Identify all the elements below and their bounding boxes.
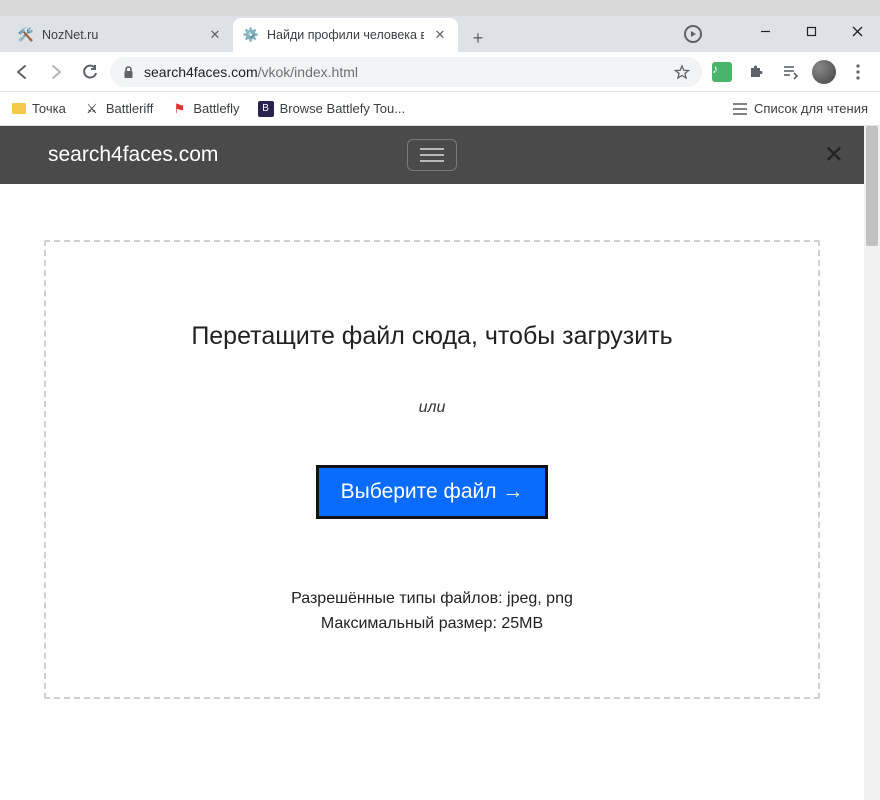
close-icon[interactable]: ✕ xyxy=(432,27,448,43)
lock-icon xyxy=(122,65,136,79)
address-bar[interactable]: search4faces.com/vkok/index.html xyxy=(110,57,702,87)
url-host: search4faces.com/vkok/index.html xyxy=(144,64,358,80)
max-size: Максимальный размер: 25MB xyxy=(76,612,788,637)
page-content: search4faces.com ✕ Перетащите файл сюда,… xyxy=(0,126,864,800)
media-indicator-icon[interactable] xyxy=(684,25,702,43)
choose-file-button[interactable]: Выберите файл → xyxy=(316,465,549,519)
tab-search4faces[interactable]: ⚙️ Найди профили человека в соц ✕ xyxy=(233,18,458,52)
gear-icon: ⚙️ xyxy=(243,27,259,43)
window-close-button[interactable] xyxy=(834,16,880,46)
close-icon xyxy=(852,26,863,37)
bookmark-label: Точка xyxy=(32,101,66,116)
bookmark-label: Battleriff xyxy=(106,101,153,116)
upload-section: Перетащите файл сюда, чтобы загрузить ил… xyxy=(0,184,864,709)
tab-title: NozNet.ru xyxy=(42,28,199,42)
allowed-types: Разрешённые типы файлов: jpeg, png xyxy=(76,587,788,612)
kebab-icon xyxy=(856,64,860,80)
window-titlebar xyxy=(0,0,880,16)
window-minimize-button[interactable] xyxy=(742,16,788,46)
dropzone-info: Разрешённые типы файлов: jpeg, png Макси… xyxy=(76,587,788,637)
site-header: search4faces.com ✕ xyxy=(0,126,864,184)
viewport: search4faces.com ✕ Перетащите файл сюда,… xyxy=(0,126,880,800)
bookmark-battleriff[interactable]: ⚔ Battleriff xyxy=(84,101,153,117)
bookmark-label: Browse Battlefy Tou... xyxy=(280,101,406,116)
tools-icon: 🛠️ xyxy=(18,27,34,43)
reload-button[interactable] xyxy=(76,58,104,86)
overlay-close-button[interactable]: ✕ xyxy=(824,141,844,170)
arrow-left-icon xyxy=(13,63,31,81)
scrollbar-thumb[interactable] xyxy=(866,126,878,246)
minimize-icon xyxy=(760,26,771,37)
dropzone-title: Перетащите файл сюда, чтобы загрузить xyxy=(76,322,788,351)
dropzone-or: или xyxy=(76,399,788,417)
menu-toggle-button[interactable] xyxy=(407,139,457,171)
puzzle-icon xyxy=(747,63,765,81)
hamburger-icon xyxy=(420,148,444,150)
reading-list-label: Список для чтения xyxy=(754,101,868,116)
site-brand[interactable]: search4faces.com xyxy=(48,143,218,167)
reload-icon xyxy=(81,63,99,81)
close-icon[interactable]: ✕ xyxy=(207,27,223,43)
browser-menu-button[interactable] xyxy=(844,58,872,86)
tab-title: Найди профили человека в соц xyxy=(267,28,424,42)
site-icon: B xyxy=(258,101,274,117)
profile-avatar[interactable] xyxy=(810,58,838,86)
extension-music-icon[interactable]: ♪ xyxy=(708,58,736,86)
list-icon xyxy=(732,101,748,117)
reading-list-icon[interactable] xyxy=(776,58,804,86)
bookmark-star-icon[interactable] xyxy=(674,64,690,80)
tab-strip: 🛠️ NozNet.ru ✕ ⚙️ Найди профили человека… xyxy=(0,16,880,52)
window-maximize-button[interactable] xyxy=(788,16,834,46)
back-button[interactable] xyxy=(8,58,36,86)
forward-button[interactable] xyxy=(42,58,70,86)
folder-icon xyxy=(12,103,26,114)
arrow-right-icon xyxy=(47,63,65,81)
browser-toolbar: search4faces.com/vkok/index.html ♪ xyxy=(0,52,880,92)
site-icon: ⚑ xyxy=(171,101,187,117)
vertical-scrollbar[interactable] xyxy=(864,126,880,800)
bookmark-tochka[interactable]: Точка xyxy=(12,101,66,116)
tab-noznet[interactable]: 🛠️ NozNet.ru ✕ xyxy=(8,18,233,52)
site-icon: ⚔ xyxy=(84,101,100,117)
reading-list-button[interactable]: Список для чтения xyxy=(732,101,868,117)
maximize-icon xyxy=(806,26,817,37)
extensions-button[interactable] xyxy=(742,58,770,86)
bookmark-label: Battlefly xyxy=(193,101,239,116)
bookmark-battlefy[interactable]: B Browse Battlefy Tou... xyxy=(258,101,406,117)
bookmark-battlefly[interactable]: ⚑ Battlefly xyxy=(171,101,239,117)
new-tab-button[interactable]: + xyxy=(464,24,492,52)
file-dropzone[interactable]: Перетащите файл сюда, чтобы загрузить ил… xyxy=(44,240,820,699)
bookmarks-bar: Точка ⚔ Battleriff ⚑ Battlefly B Browse … xyxy=(0,92,880,126)
